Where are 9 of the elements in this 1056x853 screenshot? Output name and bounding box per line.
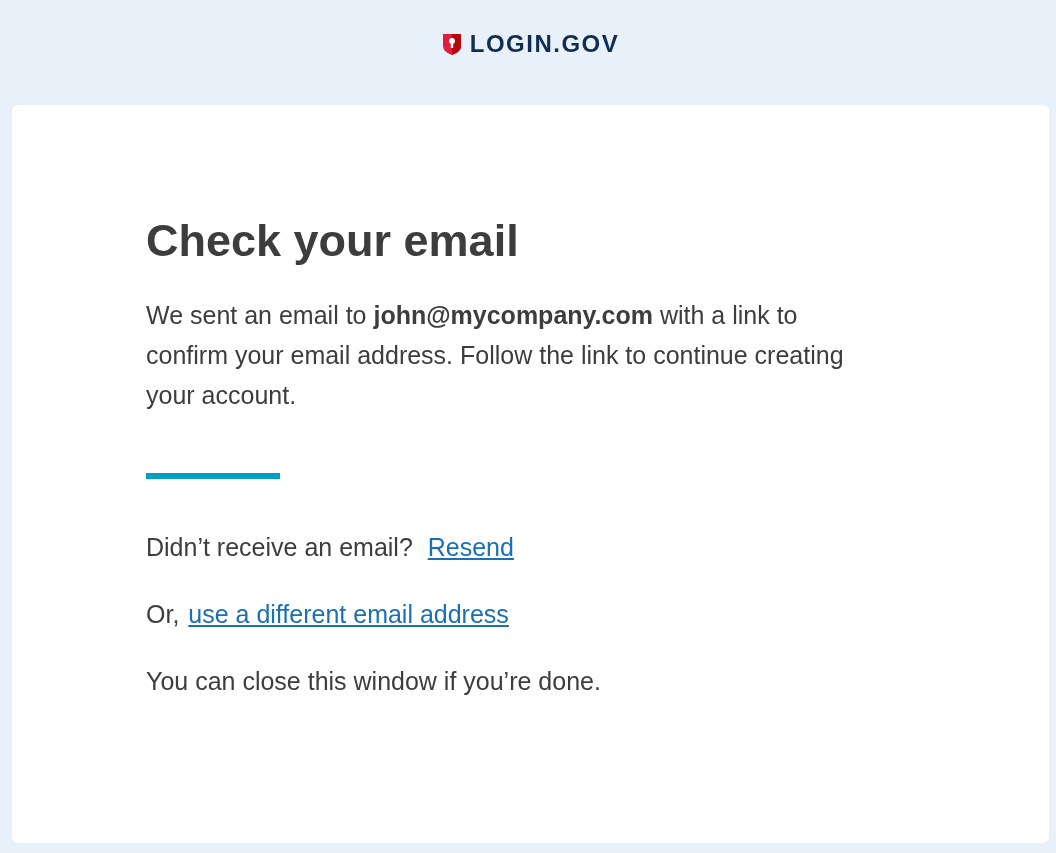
resend-prompt: Didn’t receive an email? [146,533,413,561]
page-heading: Check your email [146,215,520,267]
close-window-note: You can close this window if you’re done. [146,666,602,697]
shield-icon [441,31,462,56]
confirmation-message: We sent an email to john@mycompany.com with a link to confirm your email address. Follow the link to continue creating your account. [146,300,845,411]
alternative-prompt: Or, [146,600,180,628]
different-email-link[interactable]: use a different email address [188,600,509,628]
resend-link[interactable]: Resend [427,533,514,561]
logo-text: LOGIN.GOV [469,29,620,58]
